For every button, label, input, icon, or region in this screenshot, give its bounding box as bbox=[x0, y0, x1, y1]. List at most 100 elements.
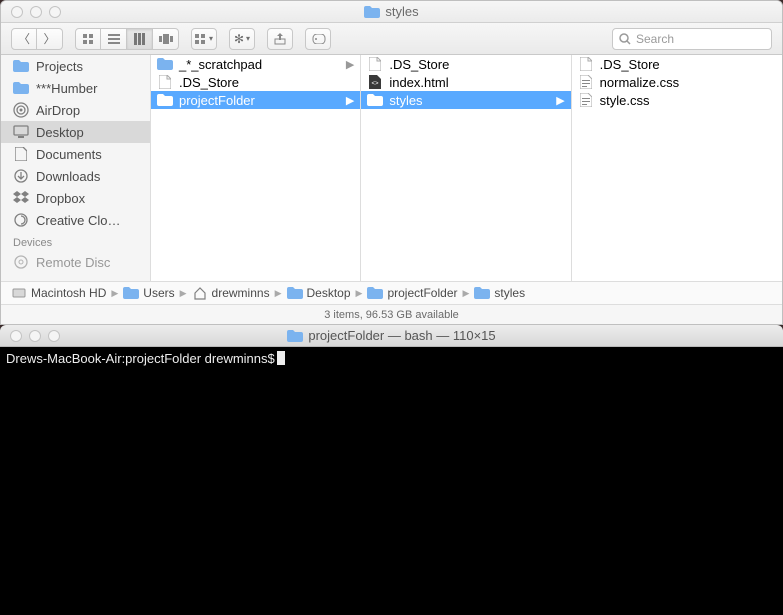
sidebar-item-remote-disc[interactable]: Remote Disc bbox=[1, 251, 150, 273]
file-row[interactable]: .DS_Store bbox=[361, 55, 570, 73]
hd-icon bbox=[11, 285, 27, 301]
svg-text:<>: <> bbox=[372, 81, 380, 87]
path-separator: ▶ bbox=[462, 288, 469, 299]
file-row[interactable]: <> index.html bbox=[361, 73, 570, 91]
share-group bbox=[267, 28, 293, 50]
path-label: projectFolder bbox=[387, 286, 457, 300]
path-label: drewminns bbox=[212, 286, 270, 300]
sidebar-item-desktop[interactable]: Desktop bbox=[1, 121, 150, 143]
folder-icon bbox=[364, 4, 380, 20]
nav-buttons: 〈 〉 bbox=[11, 28, 63, 50]
path-item-desktop[interactable]: Desktop bbox=[287, 285, 351, 301]
folder-icon bbox=[13, 58, 29, 74]
path-separator: ▶ bbox=[180, 288, 187, 299]
file-row[interactable]: normalize.css bbox=[572, 73, 782, 91]
finder-sidebar: Projects ***Humber AirDrop Desktop Documents… bbox=[1, 55, 151, 281]
file-name: projectFolder bbox=[179, 93, 255, 108]
column-view-button[interactable] bbox=[127, 28, 153, 50]
sidebar-item--humber[interactable]: ***Humber bbox=[1, 77, 150, 99]
path-bar: Macintosh HD ▶ Users ▶ drewminns ▶ Desktop ▶ pro… bbox=[1, 281, 782, 304]
terminal-titlebar[interactable]: projectFolder — bash — 110×15 bbox=[0, 325, 783, 347]
folder-icon bbox=[123, 285, 139, 301]
sidebar-item-creative-clo-[interactable]: Creative Clo… bbox=[1, 209, 150, 231]
path-item-projectfolder[interactable]: projectFolder bbox=[367, 285, 457, 301]
folder-icon bbox=[287, 285, 303, 301]
file-name: index.html bbox=[389, 75, 448, 90]
folder-icon bbox=[474, 285, 490, 301]
file-row[interactable]: style.css bbox=[572, 91, 782, 109]
file-row[interactable]: .DS_Store bbox=[572, 55, 782, 73]
folder-icon bbox=[157, 92, 173, 108]
terminal-cursor bbox=[277, 351, 285, 365]
sidebar-item-label: AirDrop bbox=[36, 103, 80, 118]
html-icon: <> bbox=[367, 74, 383, 90]
share-icon bbox=[274, 33, 286, 45]
dropbox-icon bbox=[13, 190, 29, 206]
sidebar-item-projects[interactable]: Projects bbox=[1, 55, 150, 77]
doc-icon bbox=[13, 146, 29, 162]
forward-button[interactable]: 〉 bbox=[37, 28, 63, 50]
back-button[interactable]: 〈 bbox=[11, 28, 37, 50]
gear-icon: ✻ bbox=[234, 32, 244, 46]
path-item-macintosh-hd[interactable]: Macintosh HD bbox=[11, 285, 106, 301]
folder-icon bbox=[287, 328, 303, 344]
coverflow-view-button[interactable] bbox=[153, 28, 179, 50]
icon-view-button[interactable] bbox=[75, 28, 101, 50]
search-icon bbox=[619, 33, 631, 45]
css-icon bbox=[578, 74, 594, 90]
file-name: normalize.css bbox=[600, 75, 679, 90]
path-separator: ▶ bbox=[356, 288, 363, 299]
sidebar-item-airdrop[interactable]: AirDrop bbox=[1, 99, 150, 121]
folder-icon bbox=[157, 56, 173, 72]
finder-window: styles 〈 〉 ▾ ✻▾ Search Proje bbox=[0, 0, 783, 325]
sidebar-item-label: Dropbox bbox=[36, 191, 85, 206]
sidebar-item-label: Projects bbox=[36, 59, 83, 74]
cloud-icon bbox=[13, 212, 29, 228]
sidebar-item-dropbox[interactable]: Dropbox bbox=[1, 187, 150, 209]
file-row[interactable]: projectFolder▶ bbox=[151, 91, 360, 109]
file-icon bbox=[578, 56, 594, 72]
share-button[interactable] bbox=[267, 28, 293, 50]
terminal-body[interactable]: Drews-MacBook-Air:projectFolder drewminn… bbox=[0, 347, 783, 371]
file-name: styles bbox=[389, 93, 422, 108]
tags-button[interactable] bbox=[305, 28, 331, 50]
column-2: .DS_Store normalize.cssstyle.css bbox=[572, 55, 782, 281]
sidebar-item-label: Documents bbox=[36, 147, 102, 162]
path-item-styles[interactable]: styles bbox=[474, 285, 525, 301]
sidebar-item-documents[interactable]: Documents bbox=[1, 143, 150, 165]
list-view-button[interactable] bbox=[101, 28, 127, 50]
window-title: styles bbox=[1, 4, 782, 20]
action-button[interactable]: ✻▾ bbox=[229, 28, 255, 50]
file-name: .DS_Store bbox=[389, 57, 449, 72]
file-row[interactable]: _*_scratchpad▶ bbox=[151, 55, 360, 73]
file-row[interactable]: .DS_Store bbox=[151, 73, 360, 91]
arrange-group: ▾ bbox=[191, 28, 217, 50]
action-group: ✻▾ bbox=[229, 28, 255, 50]
column-1: .DS_Store <> index.html styles ▶ bbox=[361, 55, 571, 281]
css-icon bbox=[578, 92, 594, 108]
column-0: _*_scratchpad▶.DS_StoreprojectFolder▶ bbox=[151, 55, 361, 281]
sidebar-item-downloads[interactable]: Downloads bbox=[1, 165, 150, 187]
finder-titlebar[interactable]: styles bbox=[1, 1, 782, 23]
arrange-button[interactable]: ▾ bbox=[191, 28, 217, 50]
airdrop-icon bbox=[13, 102, 29, 118]
path-separator: ▶ bbox=[275, 288, 282, 299]
path-item-users[interactable]: Users bbox=[123, 285, 174, 301]
folder-icon bbox=[13, 80, 29, 96]
window-title: projectFolder — bash — 110×15 bbox=[0, 328, 783, 344]
download-icon bbox=[13, 168, 29, 184]
path-label: styles bbox=[494, 286, 525, 300]
sidebar-item-label: Creative Clo… bbox=[36, 213, 121, 228]
search-field[interactable]: Search bbox=[612, 28, 772, 50]
folder-icon bbox=[367, 92, 383, 108]
path-item-drewminns[interactable]: drewminns bbox=[192, 285, 270, 301]
tags-group bbox=[305, 28, 331, 50]
sidebar-item-label: ***Humber bbox=[36, 81, 97, 96]
path-label: Desktop bbox=[307, 286, 351, 300]
sidebar-devices-header: Devices bbox=[1, 231, 150, 251]
status-bar: 3 items, 96.53 GB available bbox=[1, 304, 782, 324]
finder-content: Projects ***Humber AirDrop Desktop Documents… bbox=[1, 55, 782, 281]
sidebar-item-label: Downloads bbox=[36, 169, 100, 184]
file-row[interactable]: styles ▶ bbox=[361, 91, 570, 109]
chevron-right-icon: ▶ bbox=[556, 94, 564, 107]
